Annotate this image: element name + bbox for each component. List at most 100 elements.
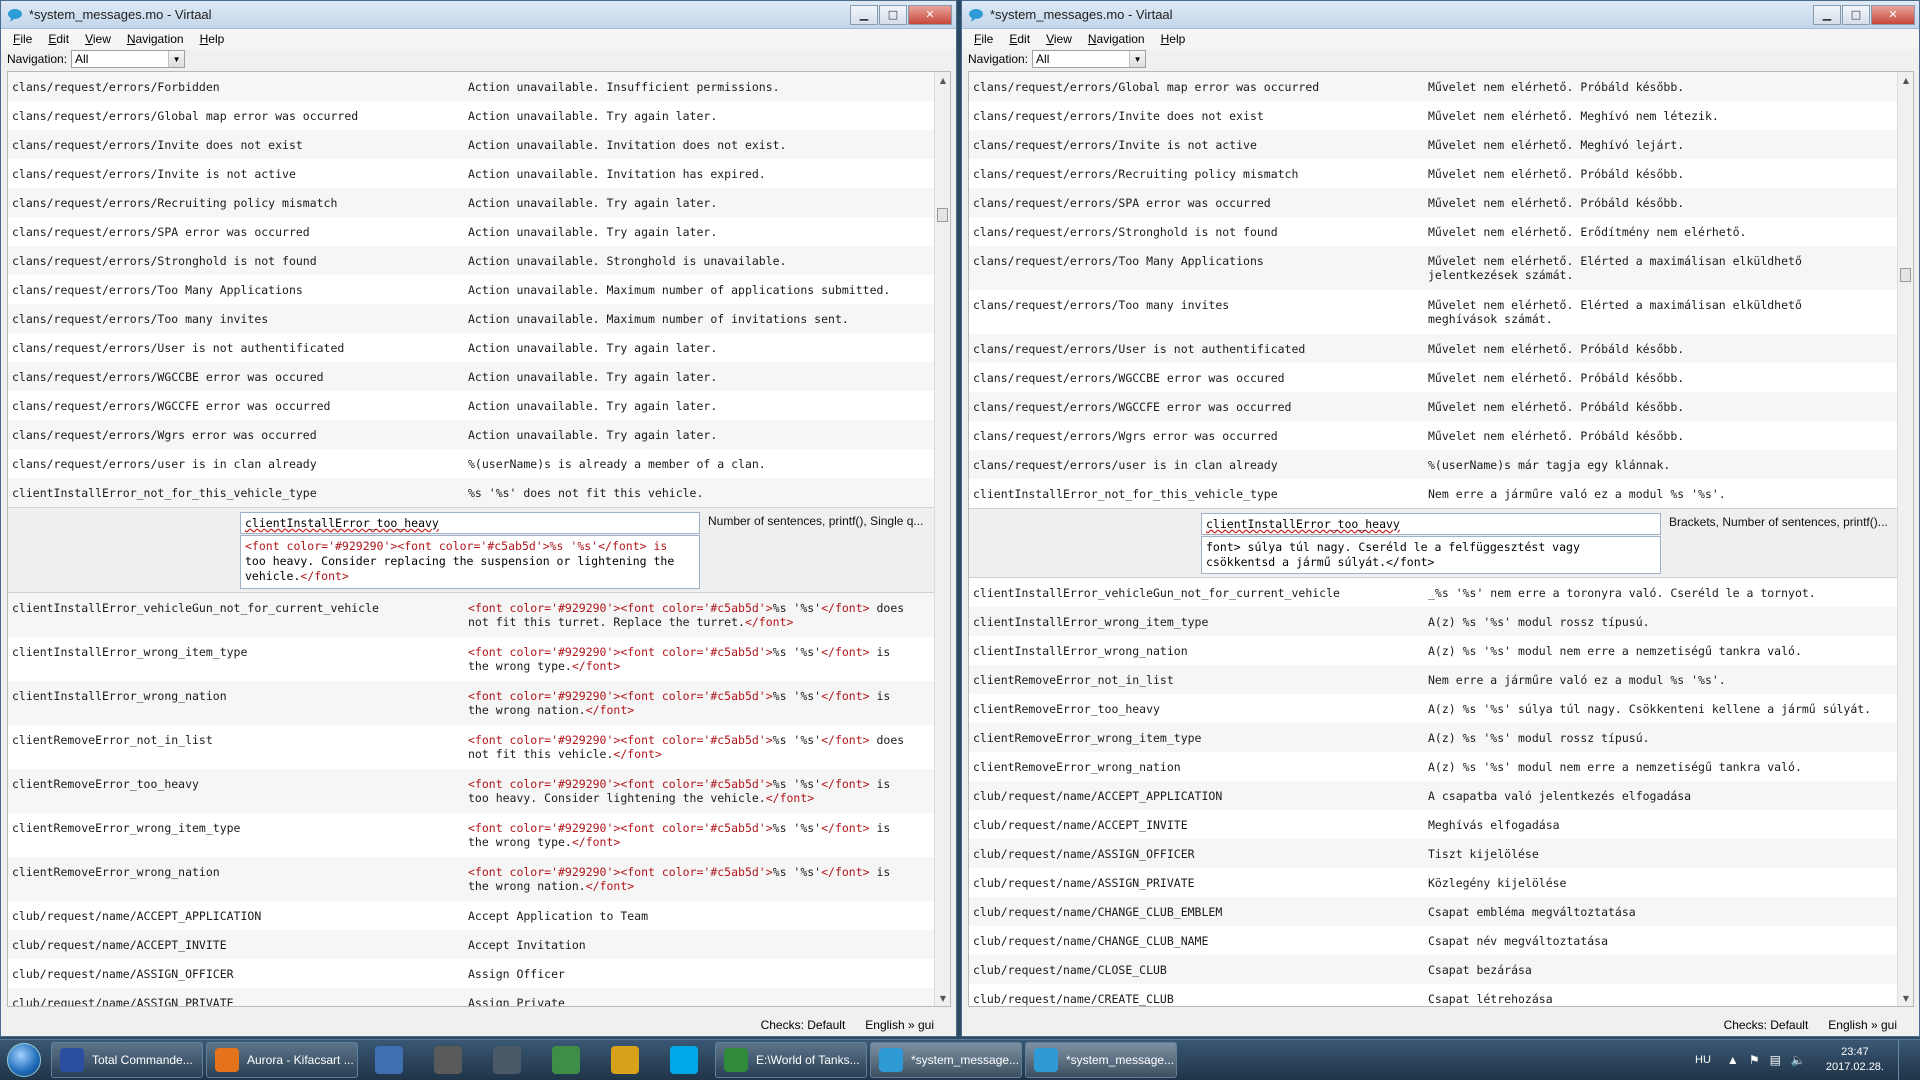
- taskbar-item[interactable]: E:\World of Tanks...: [715, 1042, 867, 1078]
- menu-help[interactable]: Help: [1153, 32, 1194, 46]
- editor-source-key[interactable]: clientInstallError_too_heavy: [1201, 513, 1661, 535]
- translation-row[interactable]: clans/request/errors/Global map error wa…: [969, 72, 1897, 101]
- taskbar-item[interactable]: Aurora - Kifacsart ...: [206, 1042, 358, 1078]
- scroll-down-icon[interactable]: ▼: [1898, 990, 1913, 1006]
- translation-row[interactable]: clans/request/errors/Global map error wa…: [8, 101, 934, 130]
- menu-edit[interactable]: Edit: [1001, 32, 1038, 46]
- status-language[interactable]: English » gui: [1828, 1018, 1897, 1032]
- translation-row[interactable]: clans/request/errors/WGCCFE error was oc…: [8, 391, 934, 420]
- translation-row[interactable]: clientRemoveError_not_in_list <font color…: [8, 725, 934, 769]
- status-checks[interactable]: Checks: Default: [1724, 1018, 1809, 1032]
- translation-list[interactable]: clans/request/errors/Global map error wa…: [968, 71, 1914, 1007]
- title-bar[interactable]: *system_messages.mo - Virtaal ▁ □ ✕: [1, 1, 956, 29]
- translation-row[interactable]: clientInstallError_vehicleGun_not_for_cu…: [969, 578, 1897, 607]
- flag-icon[interactable]: ⚑: [1749, 1053, 1760, 1067]
- menu-file[interactable]: File: [5, 32, 40, 46]
- translation-row[interactable]: clans/request/errors/Invite is not activ…: [8, 159, 934, 188]
- translation-row[interactable]: clientRemoveError_too_heavy A(z) %s '%s' …: [969, 694, 1897, 723]
- maximize-button[interactable]: □: [1842, 4, 1870, 25]
- translation-row[interactable]: clientInstallError_wrong_nation <font col…: [8, 681, 934, 725]
- volume-icon[interactable]: 🔈: [1791, 1053, 1806, 1067]
- translation-row[interactable]: clans/request/errors/Stronghold is not f…: [8, 246, 934, 275]
- translation-row[interactable]: clans/request/errors/User is not authent…: [969, 334, 1897, 363]
- show-hidden-icons-icon[interactable]: ▲: [1727, 1053, 1739, 1067]
- translation-row[interactable]: clientInstallError_wrong_item_type <font …: [8, 637, 934, 681]
- navigation-select[interactable]: All ▼: [71, 50, 186, 68]
- translation-row[interactable]: clientRemoveError_wrong_item_type <font c…: [8, 813, 934, 857]
- translation-row[interactable]: clans/request/errors/Invite does not exi…: [8, 130, 934, 159]
- scroll-thumb[interactable]: [937, 208, 948, 222]
- start-button[interactable]: [0, 1040, 48, 1080]
- editor-translation-field[interactable]: <font color='#929290'><font color='#c5ab…: [240, 535, 700, 589]
- title-bar[interactable]: *system_messages.mo - Virtaal ▁ □ ✕: [962, 1, 1919, 29]
- translation-row[interactable]: club/request/name/ASSIGN_OFFICER Assign O…: [8, 959, 934, 988]
- translation-row[interactable]: clans/request/errors/Recruiting policy m…: [969, 159, 1897, 188]
- taskbar-item[interactable]: [597, 1042, 653, 1078]
- translation-row[interactable]: club/request/name/ASSIGN_OFFICER Tiszt ki…: [969, 839, 1897, 868]
- navigation-select[interactable]: All ▼: [1032, 50, 1147, 68]
- translation-row[interactable]: clans/request/errors/Invite is not activ…: [969, 130, 1897, 159]
- scroll-up-icon[interactable]: ▲: [935, 72, 950, 88]
- taskbar-item[interactable]: [656, 1042, 712, 1078]
- translation-row[interactable]: club/request/name/CLOSE_CLUB Csapat bezár…: [969, 955, 1897, 984]
- taskbar-item[interactable]: [538, 1042, 594, 1078]
- translation-row[interactable]: clientInstallError_not_for_this_vehicle_…: [969, 479, 1897, 508]
- menu-view[interactable]: View: [77, 32, 119, 46]
- translation-row[interactable]: club/request/name/ACCEPT_INVITE Meghívás …: [969, 810, 1897, 839]
- language-indicator[interactable]: HU: [1695, 1054, 1711, 1066]
- clock[interactable]: 23:47 2017.02.28.: [1826, 1045, 1884, 1075]
- translation-row[interactable]: clans/request/errors/user is in clan alr…: [8, 449, 934, 478]
- translation-row[interactable]: club/request/name/CHANGE_CLUB_EMBLEM Csap…: [969, 897, 1897, 926]
- translation-row[interactable]: clans/request/errors/WGCCBE error was oc…: [969, 363, 1897, 392]
- status-language[interactable]: English » gui: [865, 1018, 934, 1032]
- translation-row[interactable]: club/request/name/ASSIGN_PRIVATE Közlegén…: [969, 868, 1897, 897]
- translation-row[interactable]: clientInstallError_not_for_this_vehicle_…: [8, 478, 934, 507]
- taskbar-item[interactable]: *system_message...: [1025, 1042, 1177, 1078]
- translation-row[interactable]: clientInstallError_wrong_item_type A(z) %…: [969, 607, 1897, 636]
- network-icon[interactable]: ▤: [1770, 1053, 1781, 1067]
- editor-source-key[interactable]: clientInstallError_too_heavy: [240, 512, 700, 534]
- taskbar-item[interactable]: Total Commande...: [51, 1042, 203, 1078]
- menu-navigation[interactable]: Navigation: [1080, 32, 1153, 46]
- taskbar-item[interactable]: [420, 1042, 476, 1078]
- translation-row[interactable]: clans/request/errors/Forbidden Action una…: [8, 72, 934, 101]
- scroll-up-icon[interactable]: ▲: [1898, 72, 1913, 88]
- translation-row[interactable]: clans/request/errors/Wgrs error was occu…: [969, 421, 1897, 450]
- menu-help[interactable]: Help: [192, 32, 233, 46]
- vertical-scrollbar[interactable]: ▲ ▼: [1897, 72, 1913, 1006]
- translation-row[interactable]: clans/request/errors/WGCCBE error was oc…: [8, 362, 934, 391]
- translation-row[interactable]: clans/request/errors/User is not authent…: [8, 333, 934, 362]
- translation-list[interactable]: clans/request/errors/Forbidden Action una…: [7, 71, 951, 1007]
- translation-row[interactable]: club/request/name/ASSIGN_PRIVATE Assign P…: [8, 988, 934, 1006]
- translation-row[interactable]: clans/request/errors/Too many invites Műv…: [969, 290, 1897, 334]
- close-button[interactable]: ✕: [908, 4, 952, 25]
- translation-row[interactable]: clans/request/errors/user is in clan alr…: [969, 450, 1897, 479]
- translation-row[interactable]: club/request/name/ACCEPT_APPLICATION A cs…: [969, 781, 1897, 810]
- translation-row[interactable]: clientRemoveError_wrong_nation <font colo…: [8, 857, 934, 901]
- translation-row[interactable]: clans/request/errors/Stronghold is not f…: [969, 217, 1897, 246]
- translation-row[interactable]: club/request/name/CHANGE_CLUB_NAME Csapat…: [969, 926, 1897, 955]
- menu-file[interactable]: File: [966, 32, 1001, 46]
- translation-row[interactable]: club/request/name/ACCEPT_APPLICATION Acce…: [8, 901, 934, 930]
- translation-row[interactable]: clans/request/errors/Invite does not exi…: [969, 101, 1897, 130]
- translation-row[interactable]: clans/request/errors/WGCCFE error was oc…: [969, 392, 1897, 421]
- vertical-scrollbar[interactable]: ▲ ▼: [934, 72, 950, 1006]
- translation-row[interactable]: club/request/name/ACCEPT_INVITE Accept In…: [8, 930, 934, 959]
- translation-row[interactable]: clientRemoveError_wrong_nation A(z) %s '%…: [969, 752, 1897, 781]
- translation-row[interactable]: clans/request/errors/Too Many Applicatio…: [8, 275, 934, 304]
- minimize-button[interactable]: ▁: [850, 4, 878, 25]
- menu-navigation[interactable]: Navigation: [119, 32, 192, 46]
- translation-row[interactable]: clientRemoveError_not_in_list Nem erre a …: [969, 665, 1897, 694]
- translation-row[interactable]: clans/request/errors/Too many invites Act…: [8, 304, 934, 333]
- scroll-down-icon[interactable]: ▼: [935, 990, 950, 1006]
- editor-translation-field[interactable]: font> súlya túl nagy. Cseréld le a felfü…: [1201, 536, 1661, 574]
- close-button[interactable]: ✕: [1871, 4, 1915, 25]
- taskbar-item[interactable]: [361, 1042, 417, 1078]
- translation-row[interactable]: clans/request/errors/Wgrs error was occu…: [8, 420, 934, 449]
- translation-row[interactable]: clans/request/errors/Too Many Applicatio…: [969, 246, 1897, 290]
- minimize-button[interactable]: ▁: [1813, 4, 1841, 25]
- taskbar-item[interactable]: *system_message...: [870, 1042, 1022, 1078]
- menu-edit[interactable]: Edit: [40, 32, 77, 46]
- taskbar-item[interactable]: [479, 1042, 535, 1078]
- translation-row[interactable]: clientRemoveError_wrong_item_type A(z) %s…: [969, 723, 1897, 752]
